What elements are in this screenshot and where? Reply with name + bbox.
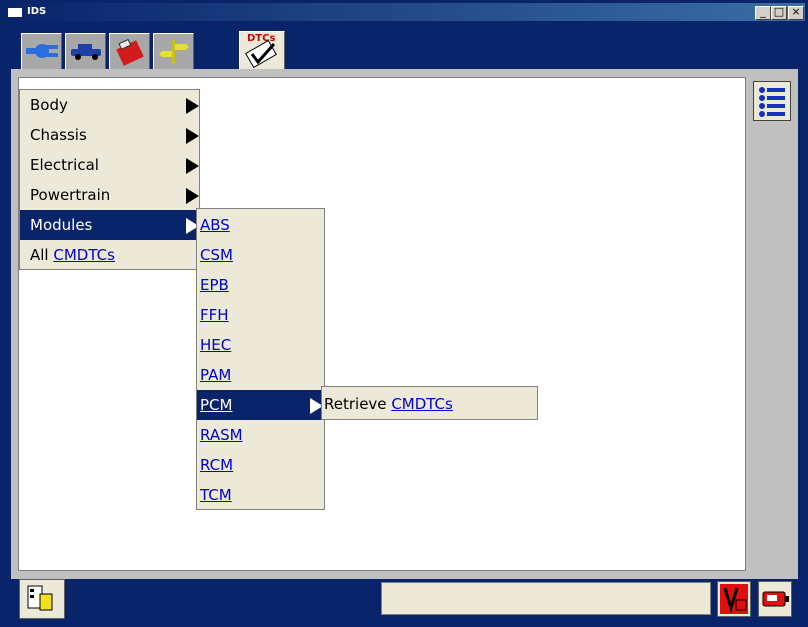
status-text-field xyxy=(381,582,711,615)
tab-connection[interactable] xyxy=(21,33,62,69)
menu-item-powertrain[interactable]: Powertrain xyxy=(20,180,199,210)
module-tcm[interactable]: TCM xyxy=(197,480,324,510)
menu-item-chassis[interactable]: Chassis xyxy=(20,120,199,150)
menu-item-all-cmdtcs[interactable]: All CMDTCs xyxy=(20,240,199,270)
title-bar[interactable]: IDS _ □ × xyxy=(3,3,805,21)
ids-window: IDS _ □ × DTCs Body Chassis Electrical P… xyxy=(0,0,808,627)
signpost-icon xyxy=(159,40,189,64)
minimize-button[interactable]: _ xyxy=(755,6,771,20)
toolbox-icon xyxy=(116,38,144,66)
dtc-check-icon xyxy=(245,39,277,69)
module-rasm[interactable]: RASM xyxy=(197,420,324,450)
menu-item-body[interactable]: Body xyxy=(20,90,199,120)
voltage-icon xyxy=(720,584,748,614)
module-abs[interactable]: ABS xyxy=(197,210,324,240)
app-icon xyxy=(8,8,22,17)
tab-navigation[interactable] xyxy=(153,33,194,69)
modules-menu: ABS CSM EPB FFH HEC PAM PCM RASM RCM TCM xyxy=(196,208,325,510)
module-ffh[interactable]: FFH xyxy=(197,300,324,330)
close-button[interactable]: × xyxy=(788,6,804,20)
vci-device-button[interactable] xyxy=(758,581,792,617)
tab-vehicle[interactable] xyxy=(65,33,106,69)
vci-device-icon xyxy=(762,591,789,607)
maximize-button[interactable]: □ xyxy=(771,6,787,20)
connector-icon xyxy=(26,44,58,58)
module-rcm[interactable]: RCM xyxy=(197,450,324,480)
retrieve-cmdtcs-link[interactable]: CMDTCs xyxy=(391,395,453,413)
module-pam[interactable]: PAM xyxy=(197,360,324,390)
toolbox-search-button[interactable] xyxy=(19,579,65,619)
submenu-arrow-icon xyxy=(186,158,199,174)
tab-dtcs[interactable]: DTCs xyxy=(239,31,285,71)
list-icon xyxy=(759,87,785,117)
module-hec[interactable]: HEC xyxy=(197,330,324,360)
submenu-arrow-icon xyxy=(186,188,199,204)
tab-toolbox[interactable] xyxy=(109,33,150,69)
menu-item-electrical[interactable]: Electrical xyxy=(20,150,199,180)
submenu-arrow-icon xyxy=(186,128,199,144)
submenu-arrow-icon xyxy=(186,98,199,114)
main-menu: Body Chassis Electrical Powertrain Modul… xyxy=(19,89,200,270)
all-prefix: All xyxy=(30,246,49,264)
pcm-menu: Retrieve CMDTCs xyxy=(321,386,538,420)
window-title: IDS xyxy=(27,6,47,17)
all-cmdtcs-link[interactable]: CMDTCs xyxy=(53,246,115,264)
retrieve-prefix: Retrieve xyxy=(324,395,387,413)
module-epb[interactable]: EPB xyxy=(197,270,324,300)
menu-item-modules[interactable]: Modules xyxy=(20,210,199,240)
vehicle-icon xyxy=(71,44,101,60)
voltage-button[interactable] xyxy=(717,581,751,617)
menu-item-retrieve-cmdtcs[interactable]: Retrieve CMDTCs xyxy=(322,389,537,419)
list-button[interactable] xyxy=(753,81,791,121)
module-pcm[interactable]: PCM xyxy=(197,390,324,420)
toolbox-search-icon xyxy=(27,585,53,611)
module-csm[interactable]: CSM xyxy=(197,240,324,270)
